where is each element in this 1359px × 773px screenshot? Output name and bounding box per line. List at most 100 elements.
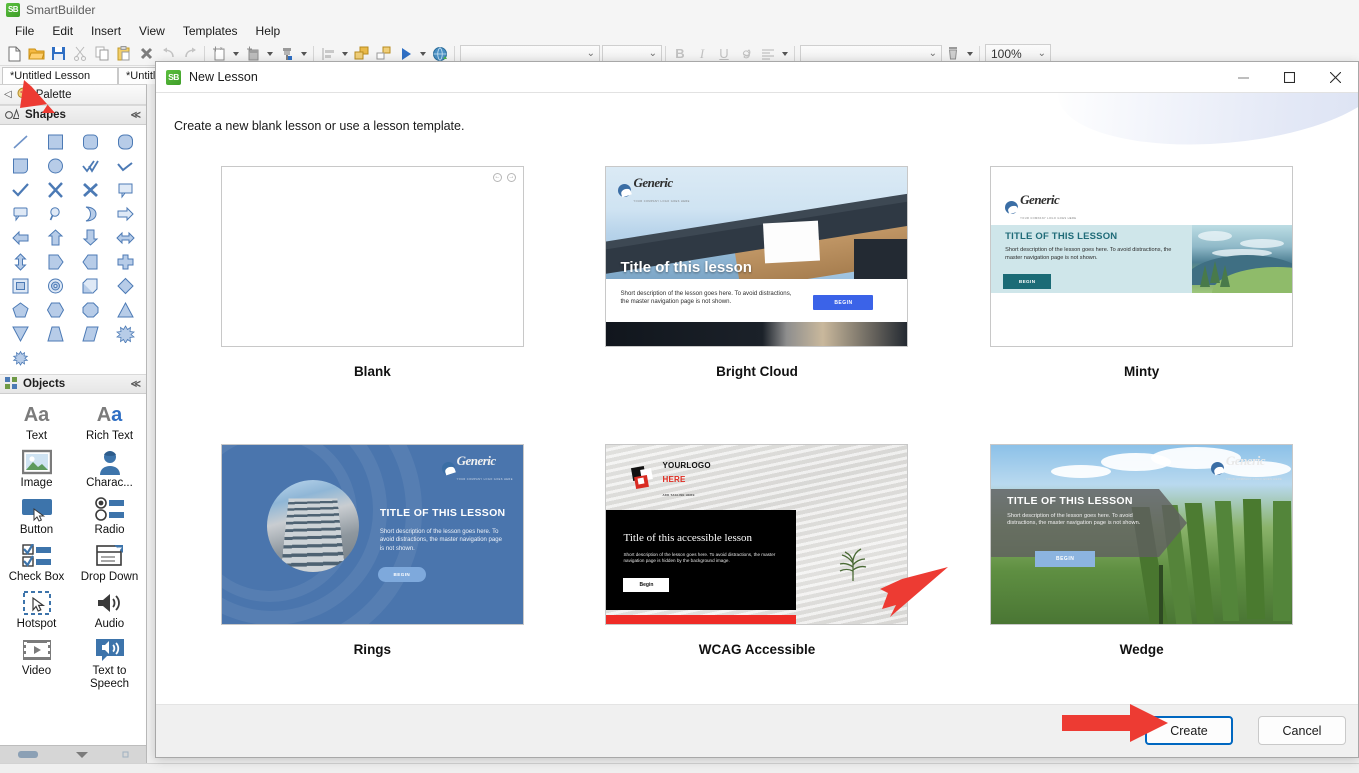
menu-item-file[interactable]: File <box>6 21 43 41</box>
trapezoid-shape[interactable] <box>39 322 73 345</box>
template-thumbnail-wcag[interactable]: YOURLOGO HERE ADD TAGLINE HERE Title of … <box>605 444 909 625</box>
object-item-text-to-speech[interactable]: Text to Speech <box>73 633 146 693</box>
object-item-image[interactable]: Image <box>0 445 73 492</box>
paste-icon[interactable] <box>113 43 135 65</box>
menu-item-templates[interactable]: Templates <box>174 21 247 41</box>
frame-shape[interactable] <box>4 274 38 297</box>
left-right-arrow-shape[interactable] <box>108 226 142 249</box>
objects-section-header[interactable]: Objects ≪ <box>0 374 146 394</box>
check-shape[interactable] <box>4 178 38 201</box>
left-arrow-shape[interactable] <box>4 226 38 249</box>
template-thumbnail-rings[interactable]: Generic YOUR COMPANY LOGO GOES HERE TITL… <box>220 444 524 625</box>
object-item-audio[interactable]: Audio <box>73 586 146 633</box>
chevrons-icon[interactable]: ≪ <box>131 110 141 121</box>
open-folder-icon[interactable] <box>25 43 47 65</box>
down-arrow-shape[interactable] <box>74 226 108 249</box>
chevrons-icon-2[interactable]: ≪ <box>131 379 141 390</box>
object-label: Hotspot <box>16 618 57 630</box>
chevron-shape[interactable] <box>74 250 108 273</box>
minimize-icon[interactable] <box>1220 62 1266 92</box>
save-icon[interactable] <box>47 43 69 65</box>
template-thumbnail-wedge[interactable]: Generic YOUR COMPANY LOGO GOES HERE TITL… <box>990 444 1294 625</box>
font-family-select[interactable]: ⌄ <box>460 44 600 63</box>
cube-shape[interactable] <box>74 274 108 297</box>
rounded-corner-shape[interactable] <box>4 154 38 177</box>
template-thumbnail-blank[interactable]: ← → <box>220 166 524 347</box>
document-tab-untitled-lesson[interactable]: *Untitled Lesson <box>2 67 118 84</box>
nav-next-icon[interactable]: → <box>506 173 516 182</box>
rounded-rect-shape[interactable] <box>108 130 142 153</box>
object-item-dropdown[interactable]: Drop Down <box>73 539 146 586</box>
create-button[interactable]: Create <box>1145 716 1233 745</box>
up-arrow-shape[interactable] <box>39 226 73 249</box>
triangle-down-shape[interactable] <box>4 322 38 345</box>
template-thumbnail-bright-cloud[interactable]: Generic YOUR COMPANY LOGO GOES HERE Titl… <box>605 166 909 347</box>
rounded-square-shape[interactable] <box>74 130 108 153</box>
template-card-bright-cloud[interactable]: Generic YOUR COMPANY LOGO GOES HERE Titl… <box>565 148 950 426</box>
nav-back-icon[interactable]: ← <box>492 173 502 182</box>
object-item-hotspot[interactable]: Hotspot <box>0 586 73 633</box>
menu-item-help[interactable]: Help <box>247 21 290 41</box>
menu-item-insert[interactable]: Insert <box>82 21 130 41</box>
close-icon[interactable] <box>1312 62 1358 92</box>
object-item-video[interactable]: Video <box>0 633 73 693</box>
octagon-shape[interactable] <box>74 298 108 321</box>
menu-item-view[interactable]: View <box>130 21 174 41</box>
template-card-minty[interactable]: Generic YOUR COMPANY LOGO GOES HERE TITL… <box>949 148 1334 426</box>
up-down-arrow-shape[interactable] <box>4 250 38 273</box>
template-card-wcag-accessible[interactable]: YOURLOGO HERE ADD TAGLINE HERE Title of … <box>565 426 950 704</box>
maximize-icon[interactable] <box>1266 62 1312 92</box>
cancel-button[interactable]: Cancel <box>1258 716 1346 745</box>
delete-icon[interactable] <box>135 43 157 65</box>
moon-shape[interactable] <box>74 202 108 225</box>
object-item-button[interactable]: Button <box>0 492 73 539</box>
square-shape[interactable] <box>39 130 73 153</box>
begin-button[interactable]: Begin <box>623 578 670 592</box>
collapse-left-icon[interactable]: ◁ <box>4 89 12 100</box>
begin-button[interactable]: BEGIN <box>1035 551 1096 567</box>
circle-shape[interactable] <box>39 154 73 177</box>
cross-plus-shape[interactable] <box>108 250 142 273</box>
pentagon-shape[interactable] <box>4 298 38 321</box>
minty-illustration <box>1192 225 1293 293</box>
begin-button[interactable]: BEGIN <box>813 295 874 310</box>
object-item-text[interactable]: Aa Text <box>0 398 73 445</box>
donut-shape[interactable] <box>39 274 73 297</box>
template-card-blank[interactable]: ← → Blank <box>180 148 565 426</box>
blank-nav-buttons: ← → <box>492 173 516 182</box>
object-item-radio[interactable]: Radio <box>73 492 146 539</box>
object-item-character[interactable]: Charac... <box>73 445 146 492</box>
double-check-shape[interactable] <box>74 154 108 177</box>
diamond-shape[interactable] <box>108 274 142 297</box>
new-file-icon[interactable] <box>3 43 25 65</box>
template-thumbnail-minty[interactable]: Generic YOUR COMPANY LOGO GOES HERE TITL… <box>990 166 1294 347</box>
callout-shape[interactable] <box>4 202 38 225</box>
x-cross-shape[interactable] <box>74 178 108 201</box>
pentagon-right-shape[interactable] <box>39 250 73 273</box>
cross-scissors-shape[interactable] <box>39 178 73 201</box>
shapes-section-header[interactable]: Shapes ≪ <box>0 105 146 125</box>
explosion-shape[interactable] <box>4 346 38 369</box>
line-shape[interactable] <box>4 130 38 153</box>
object-item-checkbox[interactable]: Check Box <box>0 539 73 586</box>
begin-button[interactable]: BEGIN <box>1003 274 1052 289</box>
right-arrow-shape[interactable] <box>108 202 142 225</box>
generic-logo: Generic YOUR COMPANY LOGO GOES HERE <box>618 175 689 205</box>
more-objects-dropdown-icon[interactable] <box>75 748 89 762</box>
template-card-rings[interactable]: Generic YOUR COMPANY LOGO GOES HERE TITL… <box>180 426 565 704</box>
resize-grip-icon[interactable] <box>122 748 130 762</box>
object-item-rich-text[interactable]: Aa Rich Text <box>73 398 146 445</box>
hexagon-shape[interactable] <box>39 298 73 321</box>
parallelogram-shape[interactable] <box>74 322 108 345</box>
font-size-select[interactable]: ⌄ <box>602 44 662 63</box>
template-card-wedge[interactable]: Generic YOUR COMPANY LOGO GOES HERE TITL… <box>949 426 1334 704</box>
triangle-shape[interactable] <box>108 298 142 321</box>
eraser-icon[interactable] <box>16 748 42 762</box>
starburst-shape[interactable] <box>108 322 142 345</box>
menu-item-edit[interactable]: Edit <box>43 21 82 41</box>
magnifier-shape[interactable] <box>39 202 73 225</box>
check-wave-shape[interactable] <box>108 154 142 177</box>
begin-button[interactable]: BEGIN <box>377 567 426 582</box>
theme-select[interactable]: ⌄ <box>800 44 942 63</box>
callout-flag-shape[interactable] <box>108 178 142 201</box>
